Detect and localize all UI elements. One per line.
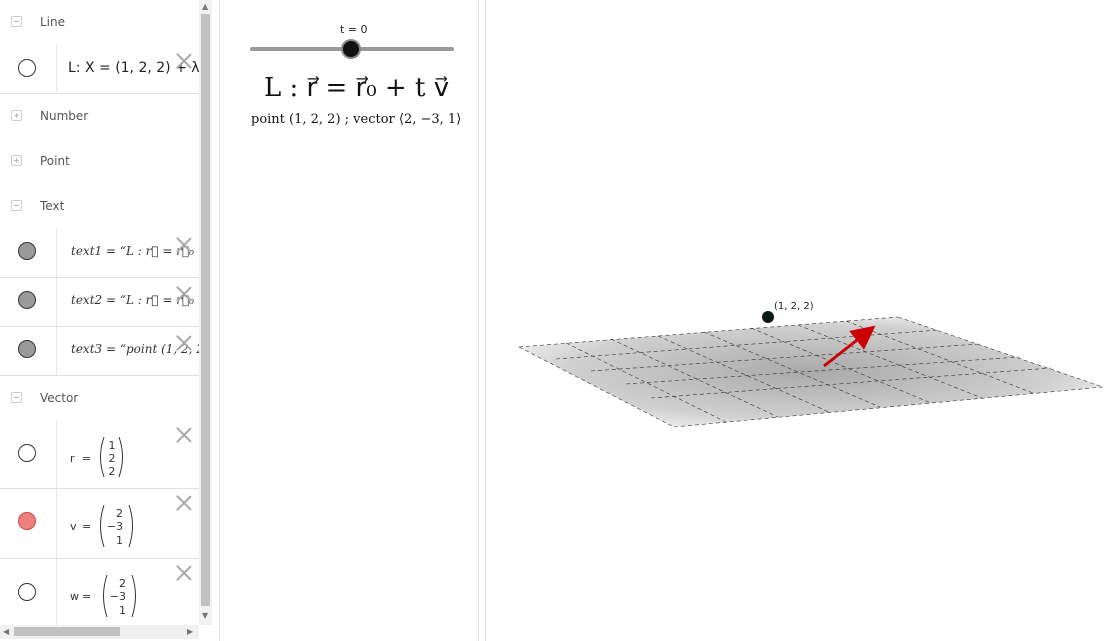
point-a[interactable] xyxy=(762,311,774,323)
visibility-toggle[interactable] xyxy=(18,291,36,309)
equation-text[interactable]: L : r⃗ = r⃗₀ + t v⃗ xyxy=(264,73,449,103)
category-vector[interactable]: Vector xyxy=(0,376,199,422)
visibility-toggle[interactable] xyxy=(18,583,36,601)
delete-icon[interactable] xyxy=(176,286,192,302)
point-label: (1, 2, 2) xyxy=(774,301,814,312)
algebra-row-vector-r[interactable]: r = 1 2 2 xyxy=(0,421,199,489)
vector-component: 1 xyxy=(109,439,116,452)
vector-matrix: 2 −3 1 xyxy=(100,504,133,548)
delete-icon[interactable] xyxy=(176,565,192,581)
algebra-row-text2[interactable]: text2 = “L : r⃗ = r⃗₀ + xyxy=(0,278,199,327)
vector-name: w xyxy=(70,590,79,603)
vector-component: 2 xyxy=(119,577,126,590)
visibility-toggle[interactable] xyxy=(18,59,36,77)
category-point[interactable]: Point xyxy=(0,139,199,185)
visibility-toggle[interactable] xyxy=(18,242,36,260)
category-label: Point xyxy=(40,154,70,168)
slider-knob[interactable] xyxy=(343,41,359,57)
horizontal-scrollbar[interactable]: ◀ ▶ xyxy=(0,625,199,639)
category-label: Line xyxy=(40,15,66,29)
delete-icon[interactable] xyxy=(176,427,192,443)
delete-icon[interactable] xyxy=(176,335,192,351)
category-number[interactable]: Number xyxy=(0,94,199,140)
scroll-down-icon[interactable]: ▼ xyxy=(202,611,208,620)
vector-component: −3 xyxy=(107,520,123,533)
vector-component: 1 xyxy=(119,604,126,617)
algebra-row-vector-w[interactable]: w = 2 −3 1 xyxy=(0,559,199,625)
scroll-up-icon[interactable]: ▲ xyxy=(202,2,208,11)
category-label: Vector xyxy=(40,391,79,405)
description-text[interactable]: point (1, 2, 2) ; vector ⟨2, −3, 1⟩ xyxy=(251,112,461,127)
equals-sign: = xyxy=(82,590,92,603)
vector-matrix: 2 −3 1 xyxy=(103,574,136,618)
scroll-thumb[interactable] xyxy=(201,14,210,606)
visibility-toggle[interactable] xyxy=(18,444,36,462)
visibility-toggle[interactable] xyxy=(18,340,36,358)
vector-name: v xyxy=(70,520,77,533)
xy-plane xyxy=(519,317,1103,427)
delete-icon[interactable] xyxy=(176,237,192,253)
scroll-left-icon[interactable]: ◀ xyxy=(3,627,9,636)
expand-icon[interactable] xyxy=(11,155,22,166)
vector-component: 2 xyxy=(109,452,116,465)
algebra-row-line[interactable]: L: X = (1, 2, 2) + λ ( xyxy=(0,45,199,94)
delete-icon[interactable] xyxy=(176,53,192,69)
delete-icon[interactable] xyxy=(176,495,192,511)
slider-label: t = 0 xyxy=(340,23,368,36)
category-line[interactable]: Line xyxy=(0,0,199,46)
category-label: Number xyxy=(40,109,89,123)
collapse-icon[interactable] xyxy=(11,200,22,211)
vector-matrix: 1 2 2 xyxy=(100,436,123,478)
expand-icon[interactable] xyxy=(11,110,22,121)
algebra-view: Line L: X = (1, 2, 2) + λ ( Number Point… xyxy=(0,0,199,625)
algebra-row-vector-v[interactable]: v = 2 −3 1 xyxy=(0,489,199,559)
scroll-right-icon[interactable]: ▶ xyxy=(187,627,193,636)
scroll-thumb[interactable] xyxy=(14,627,120,636)
category-label: Text xyxy=(40,199,65,213)
visibility-toggle[interactable] xyxy=(18,512,36,530)
vector-name: r xyxy=(70,452,75,465)
3d-view[interactable]: (1, 2, 2) xyxy=(485,0,1114,641)
collapse-icon[interactable] xyxy=(11,392,22,403)
collapse-icon[interactable] xyxy=(11,16,22,27)
3d-canvas[interactable] xyxy=(486,0,1114,641)
graphics-view[interactable]: t = 0 L : r⃗ = r⃗₀ + t v⃗ point (1, 2, 2… xyxy=(219,0,479,641)
vertical-scrollbar[interactable]: ▲ ▼ xyxy=(199,0,212,625)
category-text[interactable]: Text xyxy=(0,184,199,230)
algebra-row-text3[interactable]: text3 = “point (1, 2, 2 xyxy=(0,327,199,376)
equals-sign: = xyxy=(82,452,92,465)
vector-component: 1 xyxy=(116,534,123,547)
vector-component: −3 xyxy=(110,590,126,603)
equals-sign: = xyxy=(82,520,92,533)
vector-component: 2 xyxy=(116,507,123,520)
algebra-row-text1[interactable]: text1 = “L : r⃗ = r⃗₀ + xyxy=(0,229,199,278)
vector-component: 2 xyxy=(109,465,116,478)
